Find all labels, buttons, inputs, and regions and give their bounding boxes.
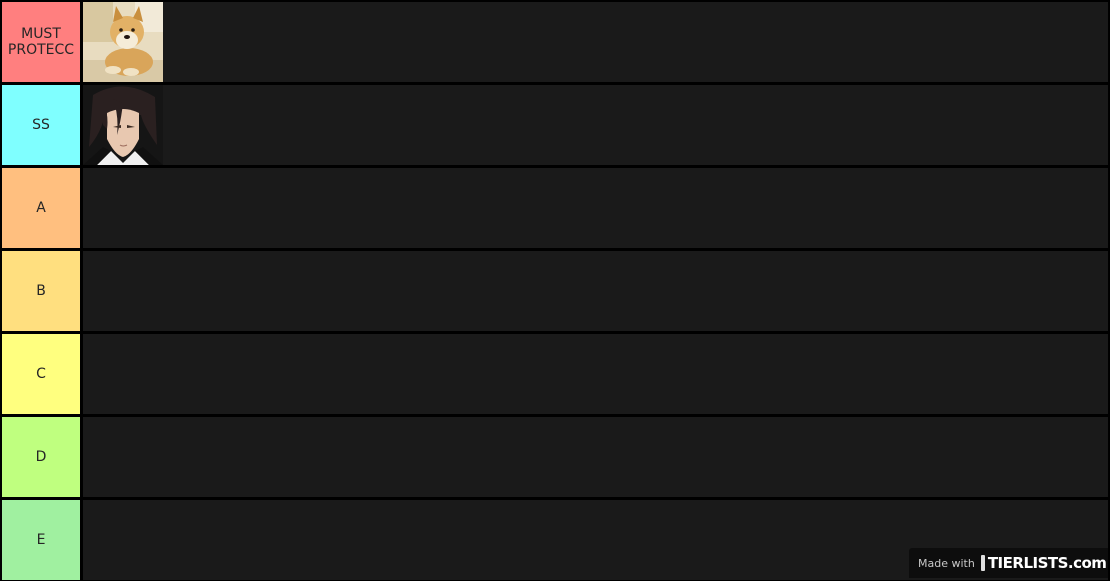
tier-label-d[interactable]: D <box>2 417 80 497</box>
watermark[interactable]: Made with TIERLISTS.com <box>909 548 1108 578</box>
tier-list: MUST PROTECC SS A B C D E Made with TIER… <box>0 0 1110 581</box>
tier-label-must-protecc[interactable]: MUST PROTECC <box>2 2 80 82</box>
tier-items-ss[interactable] <box>83 85 1108 165</box>
tier-items-b[interactable] <box>83 251 1108 331</box>
tier-row-d: D <box>0 417 1110 497</box>
tier-items-c[interactable] <box>83 334 1108 414</box>
tier-row-c: C <box>0 334 1110 414</box>
tier-items-must-protecc[interactable] <box>83 2 1108 82</box>
tier-label-c[interactable]: C <box>2 334 80 414</box>
anime-character-image[interactable] <box>83 85 163 165</box>
tier-row-b: B <box>0 251 1110 331</box>
tier-items-a[interactable] <box>83 168 1108 248</box>
tier-items-d[interactable] <box>83 417 1108 497</box>
tier-row-must-protecc: MUST PROTECC <box>0 2 1110 82</box>
doge-image[interactable] <box>83 2 163 82</box>
tier-label-b[interactable]: B <box>2 251 80 331</box>
tier-row-a: A <box>0 168 1110 248</box>
doge-icon <box>83 2 163 82</box>
anime-character-icon <box>83 85 163 165</box>
tier-label-e[interactable]: E <box>2 500 80 580</box>
tier-label-a[interactable]: A <box>2 168 80 248</box>
watermark-brand: TIERLISTS.com <box>987 554 1107 572</box>
tier-label-ss[interactable]: SS <box>2 85 80 165</box>
watermark-prefix: Made with <box>918 556 975 570</box>
tierlists-logo-icon <box>980 555 985 571</box>
tier-row-ss: SS <box>0 85 1110 165</box>
